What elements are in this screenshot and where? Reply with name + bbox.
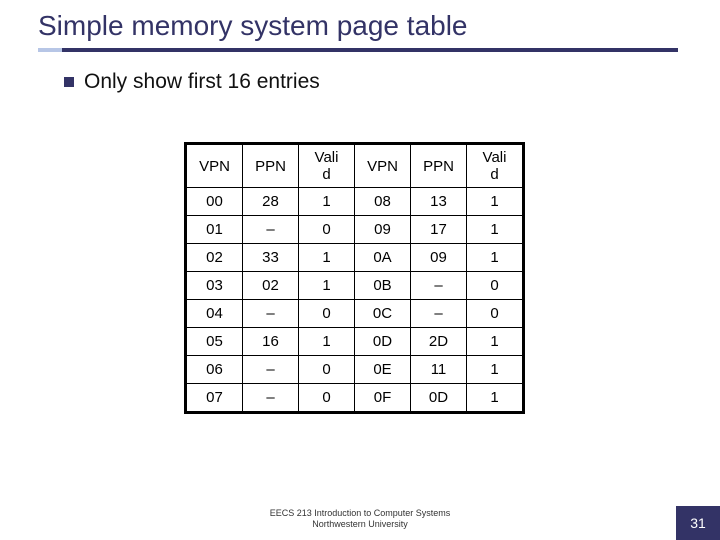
cell: 0B [355, 272, 411, 300]
col-ppn-2: PPN [411, 145, 467, 188]
cell: 1 [467, 244, 523, 272]
cell: 00 [187, 188, 243, 216]
cell: 1 [467, 356, 523, 384]
cell: 1 [299, 188, 355, 216]
cell: 2D [411, 328, 467, 356]
footer: EECS 213 Introduction to Computer System… [0, 508, 720, 530]
col-vpn-2: VPN [355, 145, 411, 188]
cell: 06 [187, 356, 243, 384]
cell: 0 [467, 272, 523, 300]
table-row: 07 – 0 0F 0D 1 [187, 384, 523, 412]
table-row: 05 16 1 0D 2D 1 [187, 328, 523, 356]
table-row: 06 – 0 0E 11 1 [187, 356, 523, 384]
cell: 0D [355, 328, 411, 356]
footer-line-2: Northwestern University [0, 519, 720, 530]
cell: 13 [411, 188, 467, 216]
cell: 05 [187, 328, 243, 356]
cell: 0C [355, 300, 411, 328]
cell: 02 [187, 244, 243, 272]
page-table: VPN PPN Valid VPN PPN Valid 00 28 1 08 1… [186, 144, 523, 412]
table-row: 00 28 1 08 13 1 [187, 188, 523, 216]
col-ppn-1: PPN [243, 145, 299, 188]
cell: – [411, 300, 467, 328]
cell: 02 [243, 272, 299, 300]
cell: 09 [411, 244, 467, 272]
table-row: 02 33 1 0A 09 1 [187, 244, 523, 272]
bullet-icon [64, 77, 74, 87]
cell: 0 [299, 356, 355, 384]
cell: 11 [411, 356, 467, 384]
bullet-row: Only show first 16 entries [64, 70, 320, 94]
cell: 04 [187, 300, 243, 328]
cell: – [243, 300, 299, 328]
col-vpn-1: VPN [187, 145, 243, 188]
page-title: Simple memory system page table [38, 10, 468, 42]
cell: 08 [355, 188, 411, 216]
cell: 1 [299, 328, 355, 356]
cell: – [243, 216, 299, 244]
table-row: 01 – 0 09 17 1 [187, 216, 523, 244]
cell: 0 [299, 300, 355, 328]
page-table-wrap: VPN PPN Valid VPN PPN Valid 00 28 1 08 1… [186, 144, 523, 412]
cell: 0A [355, 244, 411, 272]
cell: 28 [243, 188, 299, 216]
cell: 1 [467, 216, 523, 244]
footer-line-1: EECS 213 Introduction to Computer System… [0, 508, 720, 519]
cell: 16 [243, 328, 299, 356]
col-valid-2: Valid [467, 145, 523, 188]
table-header-row: VPN PPN Valid VPN PPN Valid [187, 145, 523, 188]
cell: 1 [467, 188, 523, 216]
cell: 07 [187, 384, 243, 412]
cell: 0F [355, 384, 411, 412]
page-number: 31 [676, 506, 720, 540]
cell: 01 [187, 216, 243, 244]
table-row: 03 02 1 0B – 0 [187, 272, 523, 300]
cell: 0E [355, 356, 411, 384]
cell: 0D [411, 384, 467, 412]
title-rule [38, 48, 678, 52]
cell: 1 [299, 272, 355, 300]
cell: – [243, 356, 299, 384]
table-row: 04 – 0 0C – 0 [187, 300, 523, 328]
cell: 1 [467, 328, 523, 356]
bullet-text: Only show first 16 entries [84, 70, 320, 94]
cell: 0 [299, 384, 355, 412]
cell: 0 [467, 300, 523, 328]
cell: – [243, 384, 299, 412]
cell: 03 [187, 272, 243, 300]
title-rule-accent [38, 48, 62, 52]
table-body: 00 28 1 08 13 1 01 – 0 09 17 1 02 [187, 188, 523, 412]
cell: 1 [467, 384, 523, 412]
col-valid-1: Valid [299, 145, 355, 188]
cell: 0 [299, 216, 355, 244]
cell: – [411, 272, 467, 300]
cell: 33 [243, 244, 299, 272]
cell: 1 [299, 244, 355, 272]
cell: 17 [411, 216, 467, 244]
slide: Simple memory system page table Only sho… [0, 0, 720, 540]
cell: 09 [355, 216, 411, 244]
